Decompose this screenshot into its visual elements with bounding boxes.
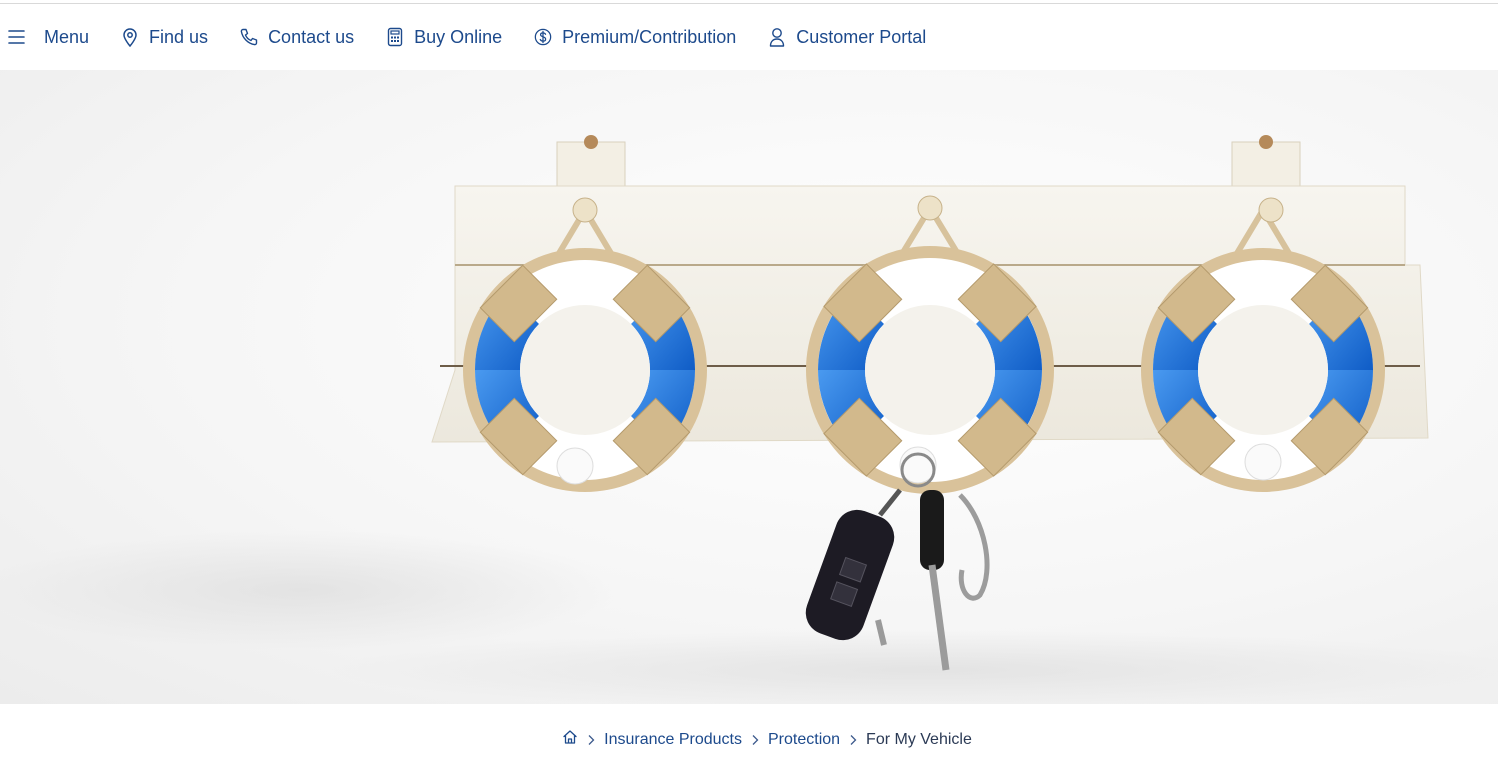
dollar-coin-icon <box>534 27 552 47</box>
top-navigation: Menu Find us Contact us Buy Online Premi… <box>0 4 1498 70</box>
wall-bracket <box>556 135 1301 187</box>
breadcrumb-insurance-products[interactable]: Insurance Products <box>604 731 742 749</box>
home-icon <box>562 730 578 749</box>
breadcrumb-current: For My Vehicle <box>866 730 972 748</box>
location-pin-icon <box>121 27 139 47</box>
hero-illustration-lifebuoy-key-holder <box>0 135 1498 704</box>
nav-premium-contribution-label: Premium/Contribution <box>562 26 737 47</box>
nav-buy-online-label: Buy Online <box>414 26 503 47</box>
nav-menu-label: Menu <box>44 26 90 47</box>
hero-banner <box>0 70 1498 704</box>
breadcrumb: Insurance Products Protection For My Veh… <box>0 704 1498 781</box>
user-icon <box>768 27 786 47</box>
calculator-icon <box>386 27 404 47</box>
nav-contact-us-label: Contact us <box>268 26 355 47</box>
hamburger-icon <box>8 27 26 47</box>
chevron-right-icon <box>742 734 768 746</box>
nav-contact-us[interactable]: Contact us <box>240 17 354 57</box>
breadcrumb-protection[interactable]: Protection <box>768 731 840 749</box>
nav-customer-portal-label: Customer Portal <box>796 26 927 47</box>
nav-find-us[interactable]: Find us <box>121 17 208 57</box>
phone-icon <box>240 27 258 47</box>
nav-buy-online[interactable]: Buy Online <box>386 17 502 57</box>
nav-menu[interactable]: Menu <box>8 17 89 57</box>
breadcrumb-home[interactable] <box>562 729 578 750</box>
chevron-right-icon <box>578 734 604 746</box>
nav-find-us-label: Find us <box>149 26 209 47</box>
nav-customer-portal[interactable]: Customer Portal <box>768 17 926 57</box>
nav-premium-contribution[interactable]: Premium/Contribution <box>534 17 736 57</box>
chevron-right-icon <box>840 734 866 746</box>
